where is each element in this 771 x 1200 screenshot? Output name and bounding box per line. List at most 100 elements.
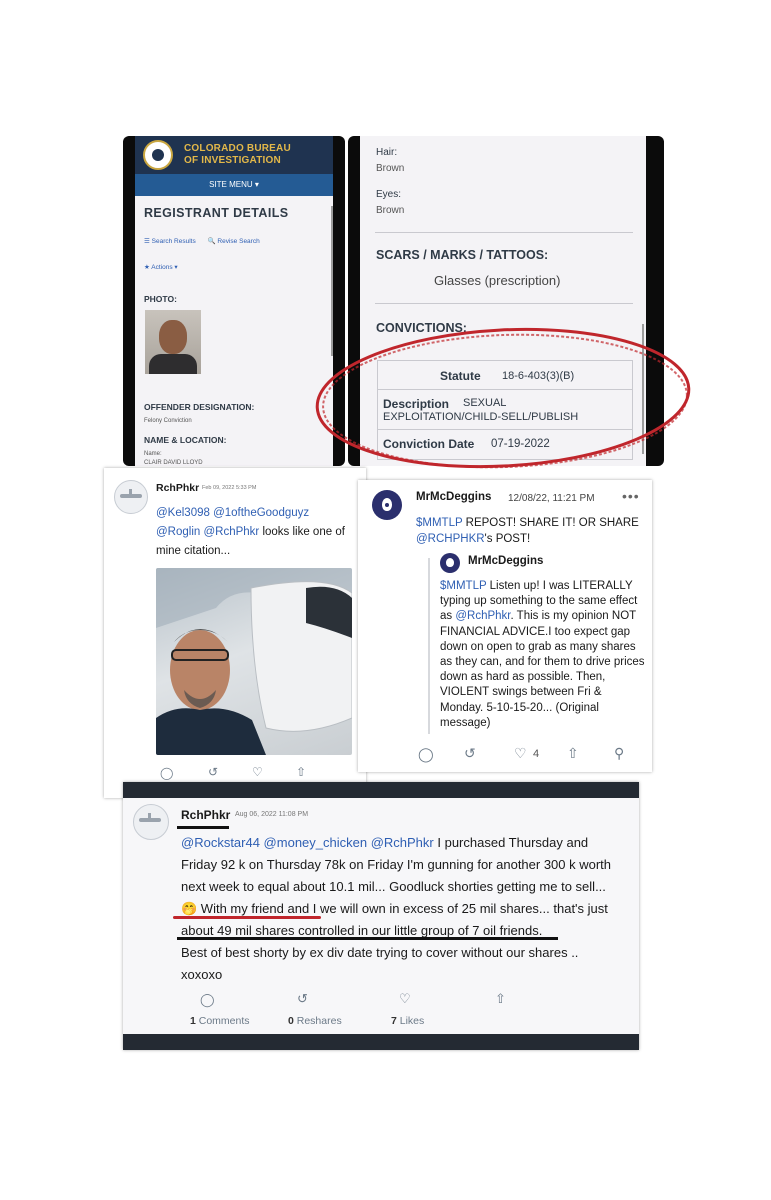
site-menu-button[interactable]: SITE MENU ▾ — [135, 174, 333, 196]
scrollbar[interactable] — [331, 206, 333, 356]
offender-designation-label: OFFENDER DESIGNATION: — [144, 402, 255, 412]
details-screen: Hair: Brown Eyes: Brown SCARS / MARKS / … — [360, 136, 646, 466]
name-label: Name: — [144, 451, 162, 457]
cashtag-link[interactable]: $MMTLP — [416, 517, 462, 529]
registrant-photo — [145, 310, 201, 374]
likes-label: Likes — [396, 1015, 425, 1027]
repost-icon[interactable]: ↺ — [464, 745, 476, 762]
reshares-label: Reshares — [293, 1015, 342, 1027]
cbi-org-name: COLORADO BUREAU OF INVESTIGATION — [184, 143, 291, 167]
conviction-date-label: Conviction Date — [383, 437, 475, 451]
black-underline — [177, 937, 558, 940]
share-icon[interactable]: ⇧ — [567, 745, 579, 762]
text-line-1: @Rockstar44 @money_chicken @RchPhkr I pu… — [181, 832, 631, 854]
org-line-1: COLORADO BUREAU — [184, 143, 291, 154]
author-name[interactable]: MrMcDeggins — [416, 491, 491, 503]
quote-bar — [428, 558, 430, 734]
like-count: 4 — [533, 748, 540, 760]
post-text: @Kel3098 @1oftheGoodguyz @Roglin @RchPhk… — [156, 504, 356, 561]
photo-label: PHOTO: — [144, 294, 177, 304]
name-value: CLAIR DAVID LLOYD — [144, 460, 203, 466]
eyes-value: Brown — [376, 205, 405, 216]
cbi-links: ☰ Search Results 🔍 Revise Search — [144, 237, 270, 245]
more-options-icon[interactable]: ••• — [622, 488, 640, 504]
like-icon[interactable]: ♡ — [514, 745, 527, 762]
post-mrmcdeggins: MrMcDeggins 12/08/22, 11:21 PM ••• $MMTL… — [358, 480, 652, 772]
comment-icon[interactable]: ◯ — [200, 992, 215, 1008]
quote-text: $MMTLP Listen up! I was LITERALLY typing… — [440, 579, 646, 731]
quote-author-name[interactable]: MrMcDeggins — [468, 555, 543, 567]
reshares-stat[interactable]: 0 Reshares — [288, 1015, 342, 1027]
description-label: Description — [383, 397, 450, 411]
actions-menu[interactable]: ★ Actions ▾ — [144, 263, 178, 271]
scrollbar[interactable] — [642, 324, 644, 454]
org-line-2: OF INVESTIGATION — [184, 155, 281, 166]
avatar[interactable] — [114, 480, 148, 514]
share-icon[interactable]: ⇧ — [495, 991, 506, 1007]
quote-cashtag-link[interactable]: $MMTLP — [440, 580, 486, 592]
quote-avatar[interactable] — [440, 553, 460, 573]
scars-label: SCARS / MARKS / TATTOOS: — [376, 248, 549, 262]
post-date: Feb 09, 2022 5:33 PM — [202, 485, 257, 491]
post-text: $MMTLP REPOST! SHARE IT! OR SHARE @RCHPH… — [416, 516, 644, 547]
post-body-text: REPOST! SHARE IT! OR SHARE — [462, 517, 639, 529]
avatar[interactable] — [133, 804, 169, 840]
conviction-table: Statute 18-6-403(3)(B) Description SEXUA… — [377, 360, 633, 460]
scars-value: Glasses (prescription) — [434, 273, 561, 288]
avatar[interactable] — [372, 490, 402, 520]
statute-value: 18-6-403(3)(B) — [502, 370, 575, 382]
eyes-label: Eyes: — [376, 189, 402, 200]
quote-mention-link[interactable]: @RchPhkr — [455, 610, 510, 622]
post-date: Aug 06, 2022 11:08 PM — [235, 811, 309, 818]
convictions-label: CONVICTIONS: — [376, 321, 467, 335]
mentions-link[interactable]: @Rockstar44 @money_chicken @RchPhkr — [181, 835, 434, 850]
top-bar — [123, 782, 639, 798]
statute-label: Statute — [440, 369, 481, 383]
description-value-2: EXPLOITATION/CHILD-SELL/PUBLISH — [383, 411, 579, 423]
post-body-text: 's POST! — [484, 532, 531, 545]
hair-label: Hair: — [376, 147, 398, 158]
post-rchphkr-feb: RchPhkr Feb 09, 2022 5:33 PM @Kel3098 @1… — [104, 468, 366, 798]
mention-link[interactable]: @RCHPHKR — [416, 533, 485, 545]
reshare-icon[interactable]: ↺ — [208, 765, 218, 779]
name-underline — [177, 826, 229, 829]
hair-value: Brown — [376, 163, 405, 174]
cbi-header: COLORADO BUREAU OF INVESTIGATION — [135, 136, 333, 174]
divider — [375, 232, 633, 233]
comments-label: Comments — [195, 1015, 250, 1027]
reshare-icon[interactable]: ↺ — [297, 991, 308, 1007]
likes-stat[interactable]: 7 Likes — [391, 1015, 424, 1027]
like-icon[interactable]: ♡ — [399, 991, 411, 1007]
text-line-6: Best of best shorty by ex div date tryin… — [181, 945, 579, 960]
search-icon[interactable]: ⚲ — [614, 745, 624, 762]
author-name[interactable]: RchPhkr — [156, 482, 199, 494]
conviction-date-value: 07-19-2022 — [491, 438, 550, 450]
text-line-3: next week to equal about 10.1 mil... Goo… — [181, 879, 606, 894]
post-rchphkr-aug: RchPhkr Aug 06, 2022 11:08 PM @Rockstar4… — [123, 782, 639, 1050]
selfie-photo[interactable] — [156, 568, 352, 755]
convictions-screenshot: Hair: Brown Eyes: Brown SCARS / MARKS / … — [348, 136, 664, 466]
text-line-7: xoxoxo — [181, 967, 223, 982]
cbi-registrant-screenshot: COLORADO BUREAU OF INVESTIGATION SITE ME… — [123, 136, 345, 466]
like-icon[interactable]: ♡ — [252, 765, 263, 779]
divider — [375, 303, 633, 304]
post-date: 12/08/22, 11:21 PM — [508, 493, 595, 504]
comments-stat[interactable]: 1 Comments — [190, 1015, 250, 1027]
bottom-bar — [123, 1034, 639, 1050]
text-segment: I purchased Thursday and — [433, 835, 589, 850]
quote-body-text: . This is my opinion NOT FINANCIAL ADVIC… — [440, 610, 645, 729]
cbi-screen: COLORADO BUREAU OF INVESTIGATION SITE ME… — [135, 136, 333, 466]
author-name[interactable]: RchPhkr — [181, 808, 230, 822]
search-results-link[interactable]: ☰ Search Results — [144, 238, 196, 245]
description-value-1: SEXUAL — [463, 397, 507, 409]
share-icon[interactable]: ⇧ — [296, 765, 306, 779]
post-text: @Rockstar44 @money_chicken @RchPhkr I pu… — [181, 832, 631, 986]
comment-icon[interactable]: ◯ — [418, 746, 434, 763]
registrant-details-title: REGISTRANT DETAILS — [144, 206, 289, 220]
cbi-seal-icon — [143, 140, 173, 170]
offender-designation-value: Felony Conviction — [144, 418, 192, 424]
red-underline — [173, 916, 321, 919]
revise-search-link[interactable]: 🔍 Revise Search — [208, 238, 260, 245]
name-location-label: NAME & LOCATION: — [144, 435, 227, 445]
comment-icon[interactable]: ◯ — [160, 766, 173, 780]
